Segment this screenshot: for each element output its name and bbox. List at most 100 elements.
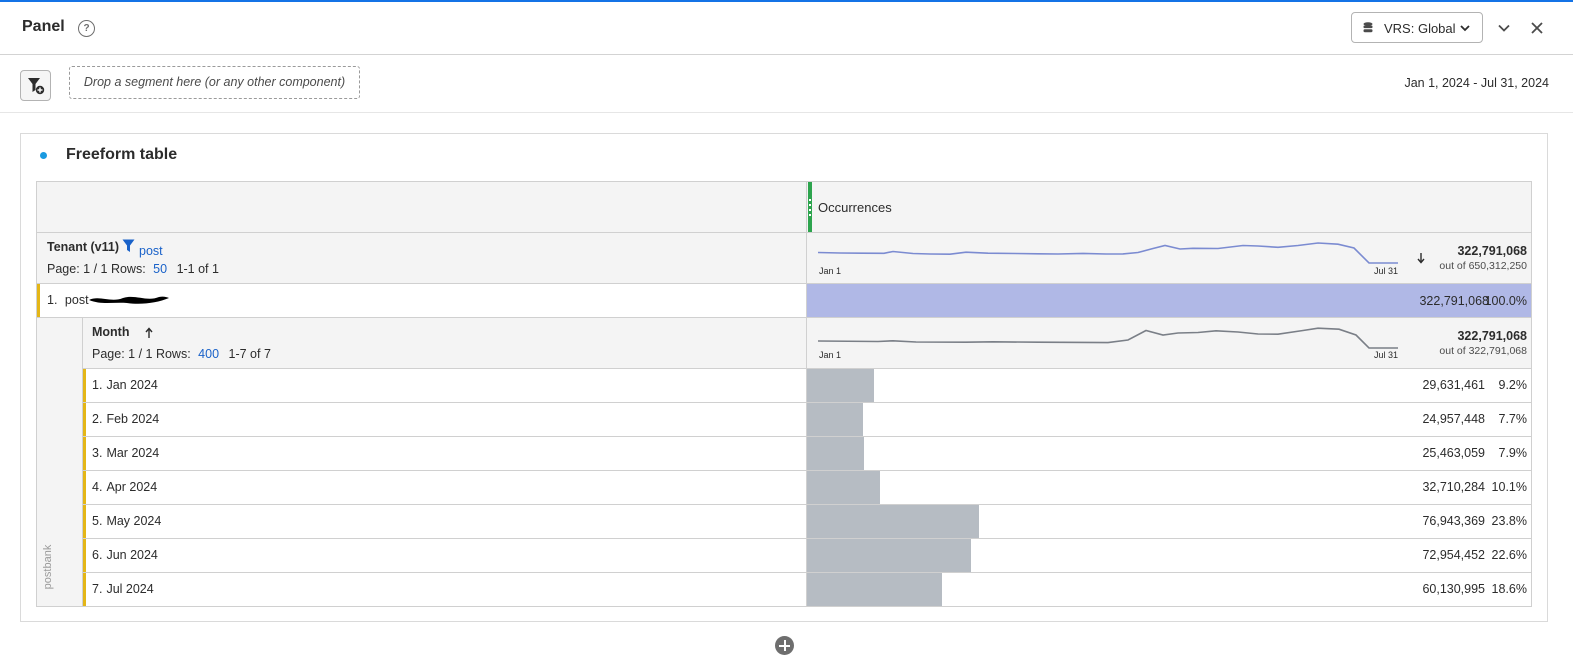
vrs-selector-button[interactable]: VRS: Global: [1351, 12, 1483, 43]
help-icon[interactable]: ?: [78, 20, 95, 37]
row-label[interactable]: 6. Jun 2024: [92, 548, 158, 562]
row-bar: [807, 369, 874, 402]
row-label[interactable]: 4. Apr 2024: [92, 480, 157, 494]
table-row[interactable]: 7. Jul 2024 60,130,995 18.6%: [83, 573, 1531, 606]
dimension-total-outof: out of 650,312,250: [1439, 260, 1527, 272]
row-bar: [807, 505, 979, 538]
row-month: Jul 2024: [106, 582, 154, 596]
rows-per-page[interactable]: 50: [153, 262, 167, 276]
row-index: 2.: [92, 412, 103, 426]
row-bar: [807, 539, 971, 572]
row-percent: 9.2%: [1498, 378, 1528, 392]
table-row[interactable]: 3. Mar 2024 25,463,059 7.9%: [83, 437, 1531, 470]
row-selection-marker: [83, 471, 86, 504]
row-index: 1.: [92, 378, 103, 392]
database-icon: [1363, 22, 1373, 33]
rows-label: Rows:: [155, 347, 191, 361]
row-value: 32,710,284: [1422, 480, 1485, 494]
table-row[interactable]: 6. Jun 2024 72,954,452 22.6%: [83, 539, 1531, 572]
add-segment-button[interactable]: [20, 70, 51, 101]
row-index: 1.: [47, 293, 58, 307]
breakdown-total-outof: out of 322,791,068: [1439, 345, 1527, 357]
breakdown-sparkline: [818, 327, 1398, 349]
close-panel-button[interactable]: [1530, 21, 1544, 35]
row-label[interactable]: 3. Mar 2024: [92, 446, 159, 460]
table-row[interactable]: 5. May 2024 76,943,369 23.8%: [83, 505, 1531, 538]
collapse-panel-button[interactable]: [1497, 21, 1511, 35]
row-index: 7.: [92, 582, 103, 596]
row-selection-marker: [83, 403, 86, 436]
breakdown-pagination: Page: 1 / 1 Rows: 400 1-7 of 7: [92, 347, 271, 361]
row-value: 29,631,461: [1422, 378, 1485, 392]
row-month: May 2024: [106, 514, 162, 528]
metric-column-header[interactable]: Occurrences: [808, 182, 1531, 232]
redaction-scribble: [89, 296, 169, 304]
row-index: 5.: [92, 514, 103, 528]
arrow-down-icon[interactable]: [1416, 252, 1426, 264]
row-bar: [807, 573, 942, 606]
row-selection-marker: [83, 369, 86, 402]
row-percent: 23.8%: [1491, 514, 1527, 528]
row-bar: [807, 403, 863, 436]
row-range: 1-1 of 1: [176, 262, 219, 276]
row-month: Jun 2024: [106, 548, 158, 562]
add-filter-icon: [28, 78, 45, 95]
row-label[interactable]: 2. Feb 2024: [92, 412, 159, 426]
row-percent: 18.6%: [1491, 582, 1527, 596]
row-index: 6.: [92, 548, 103, 562]
breakdown-total: 322,791,068: [1457, 329, 1527, 343]
row-percent: 7.9%: [1498, 446, 1528, 460]
page-label: Page: 1 / 1: [47, 262, 108, 276]
column-divider: [806, 182, 807, 606]
row-value: 76,943,369: [1422, 514, 1485, 528]
top-row-metric-cell[interactable]: 322,791,068 100.0%: [807, 284, 1531, 317]
row-percent: 10.1%: [1491, 480, 1527, 494]
segment-bar: Drop a segment here (or any other compon…: [0, 55, 1573, 113]
visualization-title[interactable]: Freeform table: [66, 146, 177, 164]
add-visualization-button[interactable]: [775, 636, 794, 655]
sparkline-end: Jul 31: [1374, 350, 1399, 360]
row-selection-marker: [37, 284, 40, 317]
table-row[interactable]: 1. Jan 2024 29,631,461 9.2%: [83, 369, 1531, 402]
sparkline-end: Jul 31: [1374, 266, 1399, 276]
row-month: Mar 2024: [106, 446, 160, 460]
dimension-name[interactable]: Tenant (v11): [47, 240, 119, 254]
chevron-down-icon: [1460, 25, 1470, 32]
row-bar: [807, 471, 880, 504]
segment-drop-zone[interactable]: Drop a segment here (or any other compon…: [69, 66, 360, 99]
row-percent: 100.0%: [1484, 294, 1527, 308]
panel-title: Panel: [22, 18, 65, 35]
row-label[interactable]: 7. Jul 2024: [92, 582, 154, 596]
row-selection-marker: [83, 573, 86, 606]
row-label[interactable]: 1. Jan 2024: [92, 378, 158, 392]
table-row-label[interactable]: 1. post: [47, 293, 89, 307]
row-percent: 22.6%: [1491, 548, 1527, 562]
sparkline-start: Jan 1: [819, 266, 842, 276]
date-range[interactable]: Jan 1, 2024 - Jul 31, 2024: [1404, 76, 1549, 90]
dimension-total: 322,791,068: [1457, 244, 1527, 258]
row-month: Feb 2024: [106, 412, 160, 426]
row-bar: [807, 437, 864, 470]
visualization-status-dot: [40, 152, 47, 159]
row-range: 1-7 of 7: [228, 347, 271, 361]
table-row[interactable]: 4. Apr 2024 32,710,284 10.1%: [83, 471, 1531, 504]
rows-per-page[interactable]: 400: [198, 347, 219, 361]
row-value: 72,954,452: [1422, 548, 1485, 562]
row-month: Apr 2024: [106, 480, 158, 494]
arrow-up-icon[interactable]: [144, 327, 154, 339]
row-value: 25,463,059: [1422, 446, 1485, 460]
row-selection-marker: [83, 539, 86, 572]
row-label[interactable]: 5. May 2024: [92, 514, 161, 528]
column-drag-handle[interactable]: [808, 182, 812, 232]
row-selection-marker: [83, 437, 86, 470]
page-label: Page: 1 / 1: [92, 347, 153, 361]
rows-label: Rows:: [110, 262, 146, 276]
filter-icon[interactable]: [122, 239, 135, 253]
row-value: 24,957,448: [1422, 412, 1485, 426]
dimension-sparkline: [818, 242, 1398, 264]
row-selection-marker: [83, 505, 86, 538]
dimension-filter-label[interactable]: post: [139, 244, 163, 258]
breakdown-dimension-name[interactable]: Month: [92, 325, 129, 339]
table-row[interactable]: 2. Feb 2024 24,957,448 7.7%: [83, 403, 1531, 436]
metric-label: Occurrences: [818, 200, 892, 215]
